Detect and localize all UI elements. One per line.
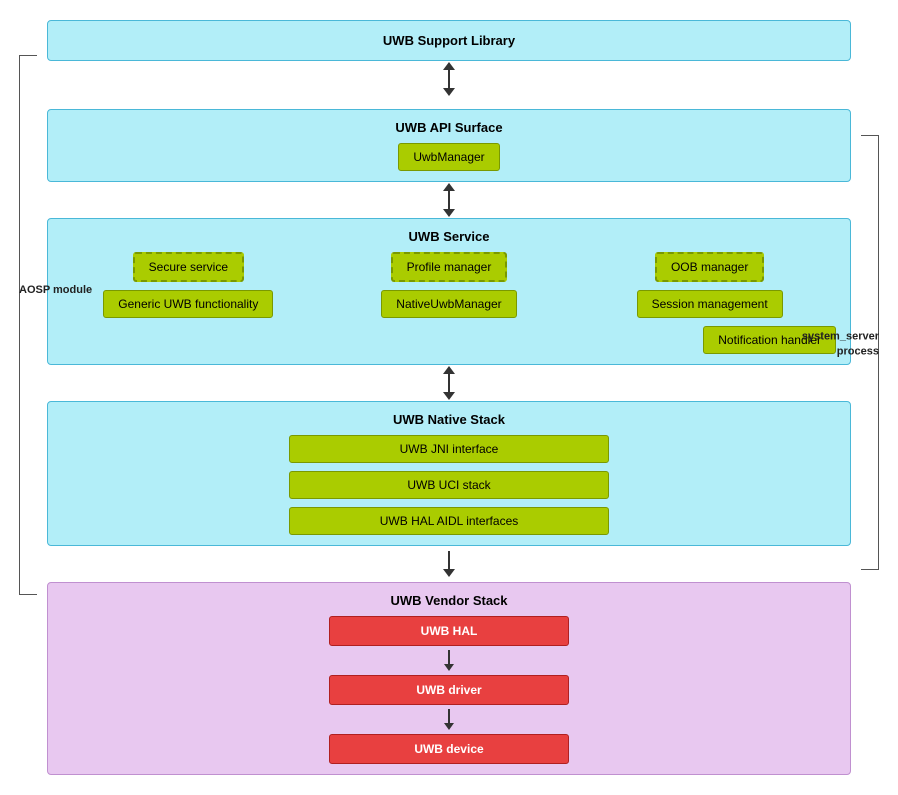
uwb-service-box: UWB Service Secure service Profile manag… bbox=[47, 218, 851, 365]
uci-stack-box: UWB UCI stack bbox=[289, 471, 609, 499]
uwb-hal-box: UWB HAL bbox=[329, 616, 569, 646]
native-stack-box: UWB Native Stack UWB JNI interface UWB U… bbox=[47, 401, 851, 546]
arrow-hal-to-driver bbox=[444, 650, 454, 671]
secure-service-box: Secure service bbox=[133, 252, 244, 282]
profile-manager-box: Profile manager bbox=[391, 252, 508, 282]
uwb-manager-box: UwbManager bbox=[398, 143, 499, 171]
vendor-stack-box: UWB Vendor Stack UWB HAL UWB driver UWB … bbox=[47, 582, 851, 775]
native-uwb-manager-box: NativeUwbManager bbox=[381, 290, 516, 318]
vendor-stack-title: UWB Vendor Stack bbox=[62, 593, 836, 608]
arrow-support-to-api bbox=[443, 61, 455, 97]
vendor-items: UWB HAL UWB driver UWB device bbox=[62, 616, 836, 764]
service-row1: Secure service Profile manager OOB manag… bbox=[62, 252, 836, 282]
support-library-box: UWB Support Library bbox=[47, 20, 851, 61]
service-row2: Generic UWB functionality NativeUwbManag… bbox=[62, 290, 836, 318]
system-label: system_server process bbox=[802, 330, 879, 361]
diagram-wrapper: AOSP module system_server process UWB Su… bbox=[19, 0, 879, 795]
uwb-service-title: UWB Service bbox=[62, 229, 836, 244]
uwb-device-box: UWB device bbox=[329, 734, 569, 764]
aosp-label: AOSP module bbox=[19, 284, 92, 296]
oob-manager-box: OOB manager bbox=[655, 252, 764, 282]
main-column: UWB Support Library UWB API Surface UwbM… bbox=[47, 20, 851, 775]
session-management-box: Session management bbox=[637, 290, 783, 318]
arrow-service-to-native bbox=[443, 365, 455, 401]
service-row3: Notification handler bbox=[62, 326, 836, 354]
generic-uwb-box: Generic UWB functionality bbox=[103, 290, 273, 318]
jni-interface-box: UWB JNI interface bbox=[289, 435, 609, 463]
hal-aidl-box: UWB HAL AIDL interfaces bbox=[289, 507, 609, 535]
aosp-bracket bbox=[19, 55, 37, 595]
arrow-driver-to-device bbox=[444, 709, 454, 730]
api-surface-box: UWB API Surface UwbManager bbox=[47, 109, 851, 182]
native-stack-items: UWB JNI interface UWB UCI stack UWB HAL … bbox=[62, 435, 836, 535]
arrow-api-to-service bbox=[443, 182, 455, 218]
uwb-driver-box: UWB driver bbox=[329, 675, 569, 705]
api-surface-title: UWB API Surface bbox=[62, 120, 836, 135]
native-stack-title: UWB Native Stack bbox=[62, 412, 836, 427]
arrow-native-to-vendor bbox=[443, 546, 455, 582]
